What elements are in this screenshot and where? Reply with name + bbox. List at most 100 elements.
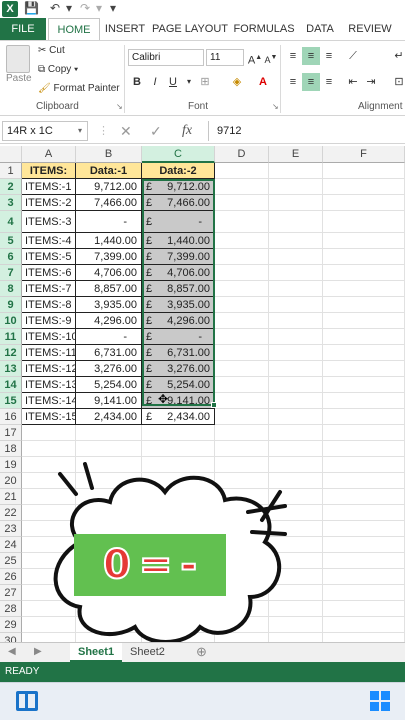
cell[interactable] (323, 393, 405, 409)
data1-cell[interactable]: 9,712.00 (76, 179, 142, 195)
column-header-f[interactable]: F (323, 146, 405, 163)
merge-icon[interactable]: ⊡ (390, 73, 405, 91)
item-cell[interactable]: ITEMS:-8 (22, 297, 76, 313)
cut-button[interactable]: ✂ Cut (38, 45, 65, 56)
customize-qat-icon[interactable]: ▾ (110, 1, 116, 15)
align-middle-icon[interactable]: ≡ (302, 47, 320, 65)
cell[interactable] (323, 163, 405, 179)
cell[interactable] (323, 409, 405, 425)
header-cell[interactable]: ITEMS: (22, 163, 76, 179)
align-center-icon[interactable]: ≡ (302, 73, 320, 91)
cell[interactable] (215, 233, 269, 249)
cell[interactable] (269, 329, 323, 345)
cell[interactable] (76, 441, 142, 457)
row-header[interactable]: 28 (0, 601, 22, 617)
cell[interactable] (142, 425, 215, 441)
cell[interactable] (323, 249, 405, 265)
item-cell[interactable]: ITEMS:-11 (22, 345, 76, 361)
italic-button[interactable]: I (146, 73, 164, 91)
enter-icon[interactable]: ✓ (150, 121, 162, 141)
cell[interactable] (269, 425, 323, 441)
item-cell[interactable]: ITEMS:-13 (22, 377, 76, 393)
cell[interactable] (323, 425, 405, 441)
cell[interactable] (215, 179, 269, 195)
cell[interactable] (215, 281, 269, 297)
row-header[interactable]: 14 (0, 377, 22, 393)
cell[interactable] (323, 345, 405, 361)
cell[interactable] (269, 281, 323, 297)
cell[interactable] (215, 377, 269, 393)
cell[interactable] (323, 441, 405, 457)
row-header[interactable]: 29 (0, 617, 22, 633)
data1-cell[interactable]: - (76, 329, 142, 345)
paste-icon[interactable] (6, 45, 30, 73)
header-cell[interactable]: Data:-2 (142, 163, 215, 179)
font-color-icon[interactable]: A (254, 73, 272, 91)
windows-start-icon[interactable] (370, 691, 390, 711)
row-header[interactable]: 7 (0, 265, 22, 281)
row-header[interactable]: 9 (0, 297, 22, 313)
data1-cell[interactable]: - (76, 211, 142, 233)
undo-icon[interactable]: ↶ (50, 1, 60, 15)
indent-icon[interactable]: ⇤ (344, 73, 362, 91)
cell[interactable] (269, 163, 323, 179)
cell[interactable] (215, 195, 269, 211)
row-header[interactable]: 3 (0, 195, 22, 211)
cell[interactable] (215, 361, 269, 377)
row-header[interactable]: 24 (0, 537, 22, 553)
cell[interactable] (323, 179, 405, 195)
column-header-b[interactable]: B (76, 146, 142, 163)
paste-button[interactable]: Paste (6, 73, 32, 84)
cell[interactable] (269, 297, 323, 313)
cell[interactable] (215, 345, 269, 361)
cell[interactable] (269, 361, 323, 377)
tab-data[interactable]: DATA (300, 18, 340, 40)
tab-insert[interactable]: INSERT (102, 18, 148, 40)
cell[interactable] (269, 441, 323, 457)
name-box[interactable]: 14R x 1C (2, 121, 88, 141)
item-cell[interactable]: ITEMS:-14 (22, 393, 76, 409)
item-cell[interactable]: ITEMS:-6 (22, 265, 76, 281)
data2-cell[interactable]: £9,141.00 (142, 393, 215, 409)
cell[interactable] (269, 409, 323, 425)
cell[interactable] (323, 211, 405, 233)
cell[interactable] (323, 195, 405, 211)
copy-button[interactable]: ⧉ Copy ▾ (38, 64, 78, 75)
cell[interactable] (269, 345, 323, 361)
data1-cell[interactable]: 7,399.00 (76, 249, 142, 265)
data2-cell[interactable]: £ - (142, 329, 215, 345)
header-cell[interactable]: Data:-1 (76, 163, 142, 179)
format-painter-button[interactable]: 🖌 Format Painter (38, 83, 120, 94)
align-left-icon[interactable]: ≡ (284, 73, 302, 91)
cell[interactable] (215, 297, 269, 313)
column-header-d[interactable]: D (215, 146, 269, 163)
tab-review[interactable]: REVIEW (344, 18, 396, 40)
data2-cell[interactable]: £1,440.00 (142, 233, 215, 249)
cell[interactable] (323, 569, 405, 585)
cell[interactable] (323, 457, 405, 473)
font-dialog-launcher-icon[interactable]: ↘ (272, 102, 279, 111)
cell[interactable] (215, 313, 269, 329)
cell[interactable] (323, 553, 405, 569)
row-header[interactable]: 2 (0, 179, 22, 195)
cell[interactable] (215, 249, 269, 265)
row-header[interactable]: 12 (0, 345, 22, 361)
item-cell[interactable]: ITEMS:-2 (22, 195, 76, 211)
data2-cell[interactable]: £7,466.00 (142, 195, 215, 211)
data1-cell[interactable]: 1,440.00 (76, 233, 142, 249)
data1-cell[interactable]: 9,141.00 (76, 393, 142, 409)
align-top-icon[interactable]: ≡ (284, 47, 302, 65)
tab-page-layout[interactable]: PAGE LAYOUT (152, 18, 228, 40)
cell[interactable] (269, 233, 323, 249)
cell[interactable] (323, 601, 405, 617)
row-header[interactable]: 13 (0, 361, 22, 377)
row-header[interactable]: 8 (0, 281, 22, 297)
cell[interactable] (323, 265, 405, 281)
data2-cell[interactable]: £5,254.00 (142, 377, 215, 393)
cell[interactable] (323, 281, 405, 297)
cell[interactable] (269, 249, 323, 265)
row-header[interactable]: 21 (0, 489, 22, 505)
data2-cell[interactable]: £8,857.00 (142, 281, 215, 297)
data2-cell[interactable]: £9,712.00 (142, 179, 215, 195)
item-cell[interactable]: ITEMS:-9 (22, 313, 76, 329)
